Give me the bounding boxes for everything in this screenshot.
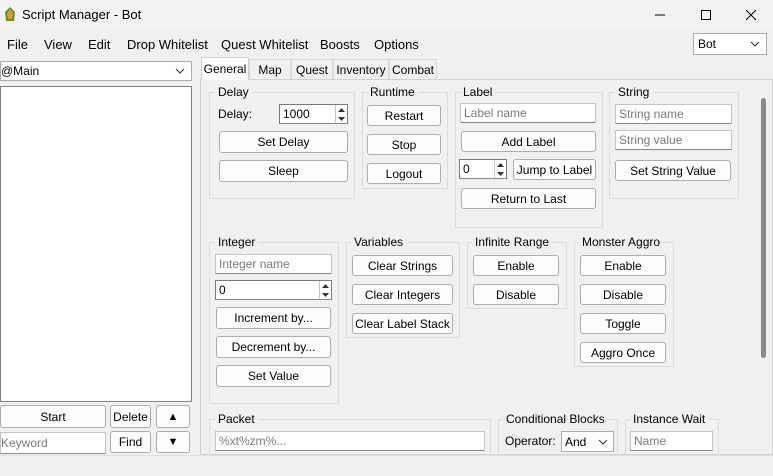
delete-button[interactable]: Delete: [110, 405, 151, 428]
clear-strings-button[interactable]: Clear Strings: [352, 255, 453, 276]
delay-group-title: Delay: [215, 85, 252, 99]
packet-group-title: Packet: [215, 412, 258, 426]
minimize-button[interactable]: [637, 0, 683, 30]
start-button[interactable]: Start: [0, 405, 106, 428]
chevron-down-icon: [175, 68, 185, 74]
logout-button[interactable]: Logout: [367, 163, 441, 184]
close-button[interactable]: [728, 0, 773, 30]
scrollbar[interactable]: [758, 80, 772, 454]
tab-general[interactable]: General: [201, 57, 249, 80]
set-delay-button[interactable]: Set Delay: [219, 131, 348, 153]
label-index-stepper[interactable]: [494, 160, 506, 178]
integer-group-title: Integer: [215, 235, 259, 249]
infinite-range-group-title: Infinite Range: [472, 235, 553, 249]
stop-button[interactable]: Stop: [367, 134, 441, 155]
keyword-input[interactable]: Keyword: [0, 432, 106, 454]
menu-drop-whitelist[interactable]: Drop Whitelist: [127, 37, 208, 52]
maximize-icon: [701, 10, 711, 20]
integer-value: 0: [219, 283, 226, 297]
menu-view[interactable]: View: [44, 37, 72, 52]
move-down-button[interactable]: ▼: [156, 431, 190, 453]
delay-value: 1000: [283, 107, 310, 121]
sleep-button[interactable]: Sleep: [219, 160, 348, 182]
set-value-button[interactable]: Set Value: [216, 365, 331, 387]
script-select-value: @Main: [1, 64, 40, 78]
set-string-value-button[interactable]: Set String Value: [615, 160, 731, 181]
integer-value-input[interactable]: 0: [215, 280, 332, 300]
menu-quest-whitelist[interactable]: Quest Whitelist: [221, 37, 308, 52]
maximize-button[interactable]: [683, 0, 729, 30]
menu-file[interactable]: File: [7, 37, 28, 52]
chevron-down-icon: [750, 41, 760, 47]
tab-combat[interactable]: Combat: [389, 59, 437, 79]
move-up-button[interactable]: ▲: [156, 405, 190, 428]
menu-boosts[interactable]: Boosts: [320, 37, 360, 52]
label-group-title: Label: [460, 85, 496, 99]
status-bar: [0, 455, 773, 476]
tab-map[interactable]: Map: [249, 59, 291, 79]
delay-stepper[interactable]: [335, 105, 347, 123]
operator-select[interactable]: And: [561, 431, 614, 452]
minimize-icon: [655, 14, 665, 16]
instance-wait-name-input[interactable]: Name: [630, 431, 713, 451]
variables-group-title: Variables: [351, 235, 407, 249]
operator-select-value: And: [565, 434, 587, 449]
window-title: Script Manager - Bot: [22, 7, 142, 22]
infinite-range-disable-button[interactable]: Disable: [473, 284, 559, 305]
profile-select[interactable]: Bot: [693, 33, 767, 55]
packet-input[interactable]: %xt%zm%...: [215, 431, 485, 451]
scrollbar-thumb[interactable]: [761, 98, 766, 358]
script-list[interactable]: [0, 86, 192, 402]
integer-stepper[interactable]: [319, 281, 331, 299]
tab-quest[interactable]: Quest: [291, 59, 333, 79]
monster-aggro-disable-button[interactable]: Disable: [580, 284, 666, 305]
runtime-group-title: Runtime: [367, 85, 418, 99]
integer-name-input[interactable]: Integer name: [215, 254, 332, 274]
conditional-blocks-group-title: Conditional Blocks: [503, 412, 608, 426]
increment-button[interactable]: Increment by...: [216, 307, 331, 329]
script-select[interactable]: @Main: [0, 61, 192, 81]
monster-aggro-enable-button[interactable]: Enable: [580, 255, 666, 276]
clear-label-stack-button[interactable]: Clear Label Stack: [352, 313, 453, 334]
return-to-last-button[interactable]: Return to Last: [461, 188, 596, 209]
decrement-button[interactable]: Decrement by...: [216, 336, 331, 358]
monster-aggro-toggle-button[interactable]: Toggle: [580, 313, 666, 334]
profile-select-value: Bot: [698, 37, 717, 51]
restart-button[interactable]: Restart: [367, 105, 441, 126]
jump-to-label-button[interactable]: Jump to Label: [513, 159, 596, 180]
label-index-input[interactable]: 0: [459, 159, 507, 179]
find-button[interactable]: Find: [110, 431, 151, 453]
menu-edit[interactable]: Edit: [88, 37, 110, 52]
label-name-input[interactable]: Label name: [460, 103, 596, 123]
label-index-value: 0: [463, 162, 470, 176]
menu-options[interactable]: Options: [374, 37, 419, 52]
tab-inventory[interactable]: Inventory: [333, 59, 389, 79]
instance-wait-group-title: Instance Wait: [630, 412, 709, 426]
string-value-input[interactable]: String value: [615, 130, 732, 150]
string-group-title: String: [615, 85, 653, 99]
close-icon: [745, 9, 757, 21]
aggro-once-button[interactable]: Aggro Once: [580, 342, 666, 363]
infinite-range-enable-button[interactable]: Enable: [473, 255, 559, 276]
add-label-button[interactable]: Add Label: [461, 131, 596, 152]
delay-input[interactable]: 1000: [279, 104, 348, 124]
chevron-down-icon: [598, 439, 608, 445]
app-icon: [4, 7, 16, 22]
string-name-input[interactable]: String name: [615, 104, 732, 124]
clear-integers-button[interactable]: Clear Integers: [352, 284, 453, 305]
monster-aggro-group-title: Monster Aggro: [579, 235, 664, 249]
operator-label: Operator:: [505, 434, 556, 448]
delay-label: Delay:: [218, 107, 253, 121]
